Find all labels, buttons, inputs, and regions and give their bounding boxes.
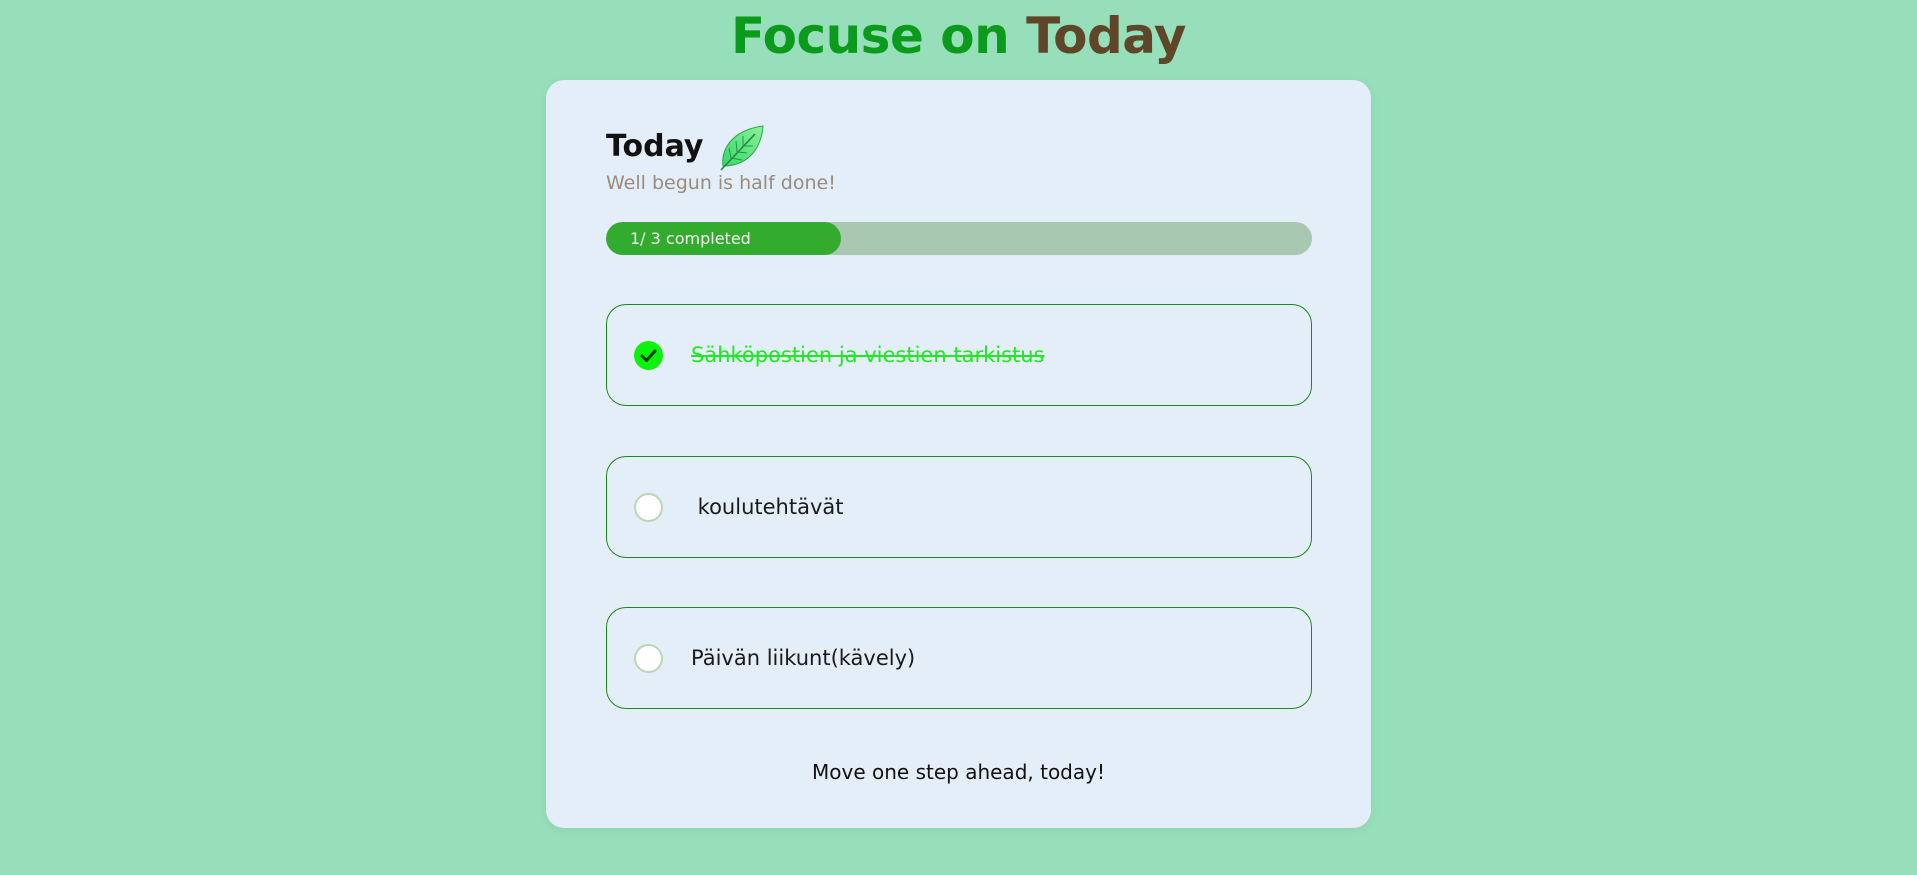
task-label: Sähköpostien ja viestien tarkistus (691, 343, 1045, 367)
leaf-icon (715, 120, 767, 172)
task-checkbox[interactable] (634, 492, 663, 522)
task-label: Päivän liikunt(kävely) (691, 646, 916, 670)
task-item[interactable]: Sähköpostien ja viestien tarkistus (606, 304, 1312, 406)
progress-bar-fill: 1/ 3 completed (606, 222, 842, 255)
footer-message: Move one step ahead, today! (812, 760, 1105, 784)
task-label: koulutehtävät (691, 495, 844, 519)
card-subtitle: Well begun is half done! (606, 172, 836, 194)
card-title: Today (606, 128, 704, 164)
page-title-part-focus: Focuse on (730, 7, 1027, 65)
page-title: Focuse on Today (0, 6, 1917, 66)
task-checkbox[interactable] (634, 643, 663, 673)
checkmark-icon (640, 349, 657, 362)
card-heading: Today (606, 118, 767, 174)
page-title-part-today: Today (1026, 7, 1187, 65)
task-checkbox[interactable] (634, 340, 663, 370)
todo-card: Today Well begun is half done! 1/ 3 comp… (546, 80, 1371, 828)
task-item[interactable]: Päivän liikunt(kävely) (606, 607, 1312, 709)
progress-bar: 1/ 3 completed (606, 222, 1312, 255)
progress-label: 1/ 3 completed (630, 229, 751, 248)
task-item[interactable]: koulutehtävät (606, 456, 1312, 558)
